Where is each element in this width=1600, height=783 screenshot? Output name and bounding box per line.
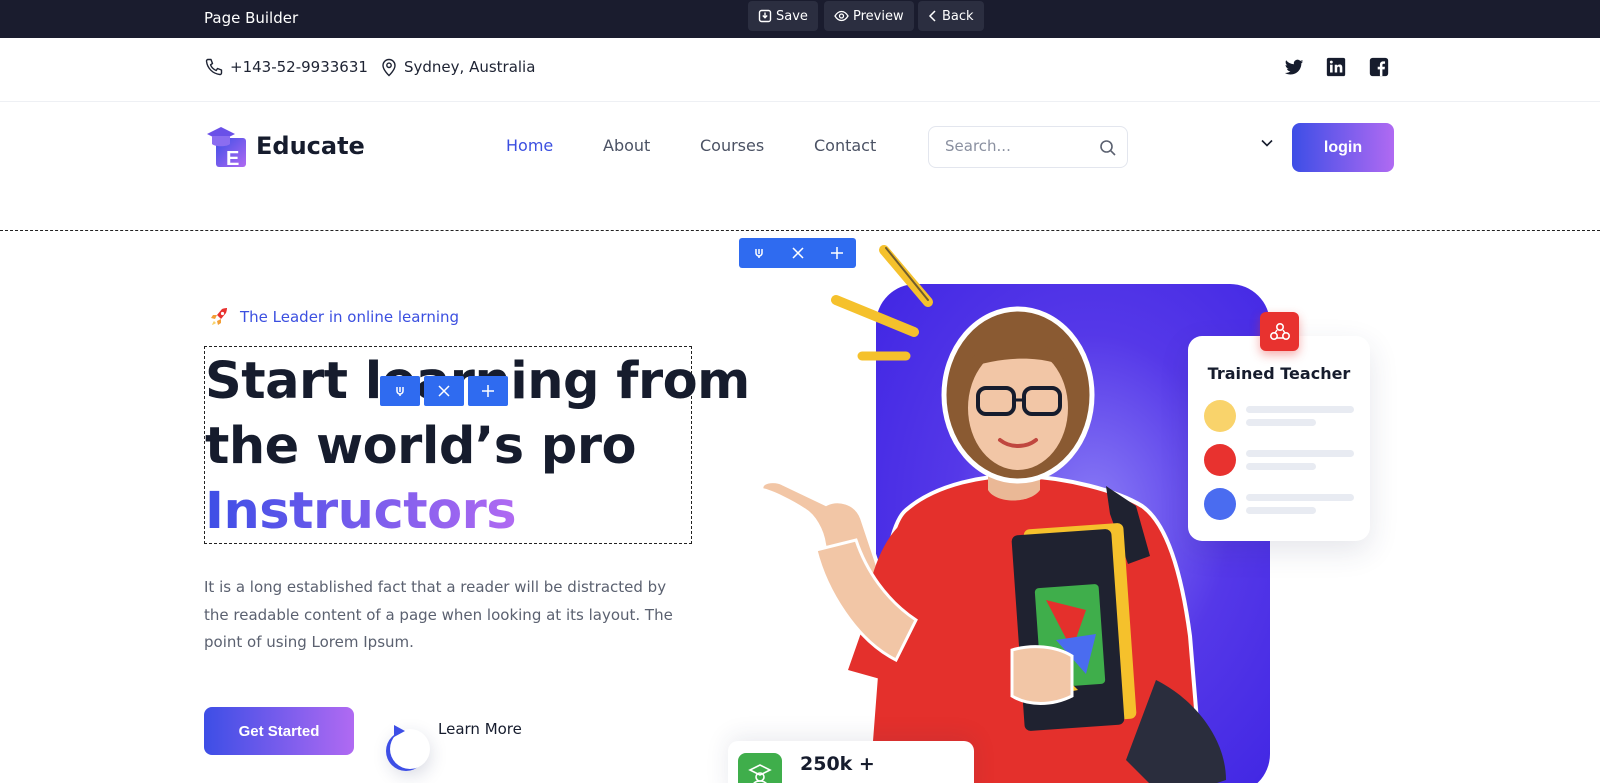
save-icon [758,9,772,23]
nav-link-home[interactable]: Home [506,136,553,155]
preview-label: Preview [853,8,904,24]
save-button[interactable]: Save [748,1,818,31]
nav-link-contact[interactable]: Contact [814,136,876,155]
image-remove-button[interactable] [778,238,817,268]
tagline-text: The Leader in online learning [240,308,460,326]
plus-icon [830,247,843,259]
brand-name: Educate [256,132,365,160]
teacher-avatar-dot [1204,400,1236,432]
nav-link-about[interactable]: About [603,136,650,155]
learn-more-link[interactable]: Learn More [438,720,522,738]
brand-logo[interactable]: E Educate [204,124,365,168]
hero-tagline: The Leader in online learning [208,306,459,328]
top-info-bar: +143-52-9933631 Sydney, Australia [0,38,1600,102]
builder-title: Page Builder [204,9,299,27]
main-navbar: E Educate Home About Courses Contact log… [0,102,1600,230]
hero-description: It is a long established fact that a rea… [204,578,673,651]
teacher-row [1204,400,1354,432]
teacher-avatar-dot [1204,444,1236,476]
play-icon [394,725,405,737]
close-icon [791,247,804,259]
page-builder-bar: Page Builder Save Preview Back [0,0,1600,38]
phone-info[interactable]: +143-52-9933631 [204,57,368,77]
remove-element-button[interactable] [424,376,464,406]
drag-icon [754,249,763,258]
drag-icon [396,387,404,396]
preview-button[interactable]: Preview [824,1,914,31]
search-icon[interactable] [1099,139,1117,157]
search-box [928,126,1128,168]
search-input[interactable] [945,137,1095,155]
teacher-row [1204,488,1354,520]
image-drag-handle-button[interactable] [739,238,778,268]
get-started-button[interactable]: Get Started [204,707,354,755]
facebook-icon[interactable] [1368,56,1390,78]
back-label: Back [942,8,974,24]
nav-link-courses[interactable]: Courses [700,136,764,155]
login-button[interactable]: login [1292,123,1394,172]
phone-number: +143-52-9933631 [230,58,368,76]
eye-icon [834,10,849,22]
map-pin-icon [382,58,396,77]
save-label: Save [776,8,808,24]
plus-icon [482,385,494,397]
rocket-icon [211,308,227,325]
location-info: Sydney, Australia [380,57,535,77]
svg-text:E: E [226,148,239,168]
users-icon [1269,322,1290,340]
add-element-button[interactable] [468,376,508,406]
teacher-card-title: Trained Teacher [1207,364,1351,383]
location-text: Sydney, Australia [404,58,536,76]
headline-accent: Instructors [205,482,517,541]
logo-mark-icon: E [207,127,246,168]
drag-handle-button[interactable] [380,376,420,406]
section-divider [0,230,1600,231]
headline-edit-toolbar [380,376,508,406]
image-edit-toolbar [739,238,856,268]
close-icon [438,385,450,397]
twitter-icon[interactable] [1283,56,1305,78]
teacher-badge [1260,312,1299,351]
image-add-button[interactable] [817,238,856,268]
graduate-icon [738,753,782,783]
phone-icon [205,58,223,76]
linkedin-icon[interactable] [1325,56,1347,78]
headline-line2: the world’s pro [205,417,637,476]
stat-value: 250k + [800,753,875,775]
chevron-left-icon [928,10,936,22]
back-button[interactable]: Back [918,1,984,31]
students-stat-card: 250k + [728,741,974,783]
chevron-down-icon[interactable] [1260,138,1274,148]
teacher-row [1204,444,1354,476]
trained-teacher-card: Trained Teacher [1188,336,1370,541]
teacher-avatar-dot [1204,488,1236,520]
play-video-button[interactable] [390,724,430,772]
